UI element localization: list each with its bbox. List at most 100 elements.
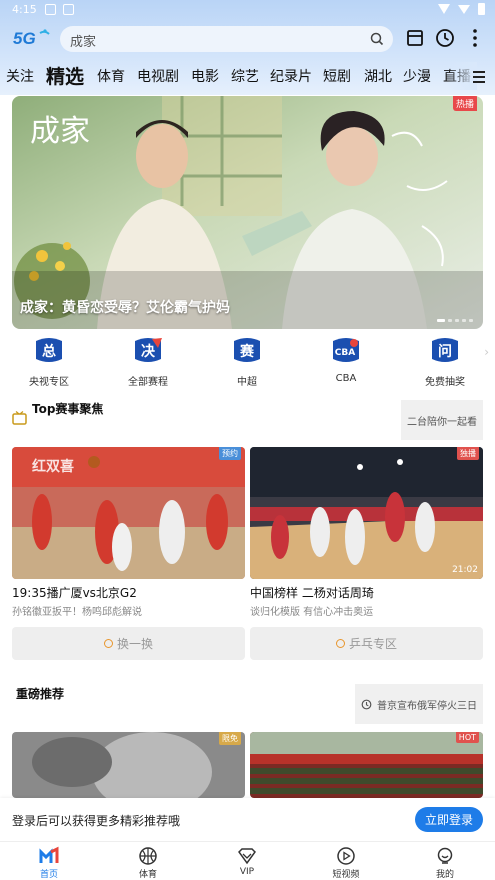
quick-link-label: 免费抽奖 (425, 377, 465, 388)
status-time: 4:15 (12, 3, 37, 16)
nav-tab-following[interactable]: 关注 (6, 66, 34, 86)
event-card[interactable]: 红双喜 预约 19:35播广厦vs北京G2 孙铭徽亚扳平！杨鸣邱彪解说 (12, 447, 245, 618)
history-icon (361, 699, 372, 709)
nav-tab-kids-anime[interactable]: 少漫 (403, 66, 431, 86)
tv-icon (12, 411, 27, 425)
battery-icon (478, 3, 485, 15)
status-bar: 4:15 (0, 0, 495, 20)
card-tag: HOT (455, 732, 479, 743)
side-pill-text: 普京宣布俄军停火三日 (377, 700, 477, 712)
featured-side-pill[interactable]: 普京宣布俄军停火三日 (355, 684, 483, 724)
featured-card-thumbnail[interactable]: HOT (250, 732, 483, 798)
featured-card[interactable]: 限免 (12, 732, 245, 798)
login-button[interactable]: 立即登录 (415, 807, 483, 832)
pagination-dot (448, 319, 452, 322)
login-prompt-bar: 登录后可以获得更多精彩推荐哦 立即登录 (0, 798, 495, 841)
channel-nav: 关注 精选 体育 电视剧 电影 综艺 纪录片 短剧 湖北 少漫 直播 (0, 62, 495, 90)
mailbox-icon[interactable] (404, 27, 426, 49)
tab-label: VIP (239, 867, 255, 877)
csl-icon: 赛 (234, 338, 260, 362)
quick-link-label: 央视专区 (29, 377, 69, 388)
card-tag: 预约 (219, 447, 241, 460)
card-subtitle: 孙铭徽亚扳平！杨鸣邱彪解说 (12, 607, 142, 618)
tab-short-video[interactable]: 短视频 (316, 846, 376, 880)
refresh-icon (103, 639, 113, 648)
history-clock-icon[interactable] (434, 27, 456, 49)
chevron-right-icon[interactable]: › (484, 345, 489, 359)
cctv-sports-icon: 总 (36, 338, 62, 362)
event-card-thumbnail[interactable]: 独播 21:02 (250, 447, 483, 579)
nav-tab-tv-series[interactable]: 电视剧 (137, 66, 179, 86)
side-pill-text: 二台陪你一起看 (407, 416, 477, 428)
card-title[interactable]: 19:35播广厦vs北京G2 (12, 584, 245, 601)
notification-icon (63, 4, 74, 15)
hero-banner[interactable]: 成家 热播 成家：黄昏恋受辱？艾伦霸气护妈 (12, 96, 483, 329)
banner-logo-text: 成家 (30, 114, 90, 149)
basketball-thumbnail-image: 红双喜 (12, 447, 245, 579)
nav-tab-hubei[interactable]: 湖北 (364, 66, 392, 86)
quick-links: 总 央视专区 决 全部赛程 赛 中超 CBA CBA 问 免费抽奖 › (0, 337, 495, 388)
quick-link-label: 全部赛程 (128, 377, 168, 388)
section-title-top-events: Top赛事聚焦 (32, 402, 104, 416)
section-title-featured: 重磅推荐 (16, 687, 65, 701)
top-events-side-pill[interactable]: 二台陪你一起看 (401, 400, 483, 440)
nav-tab-featured[interactable]: 精选 (46, 62, 84, 89)
status-icons (438, 3, 485, 15)
card-subtitle: 谈归化模版 有信心冲击奥运 (250, 607, 374, 618)
more-menu-icon[interactable] (464, 27, 486, 49)
nav-tab-documentary[interactable]: 纪录片 (270, 66, 312, 86)
quick-link-glyph: 赛 (239, 343, 255, 360)
card-title[interactable]: 中国榜样 二杨对话周琦 (250, 584, 483, 601)
app-logo-icon[interactable]: 5G (13, 27, 51, 49)
event-card-thumbnail[interactable]: 红双喜 预约 (12, 447, 245, 579)
basketball-thumbnail-image (250, 447, 483, 579)
banner-pagination (437, 319, 473, 322)
schedule-icon: 决 (135, 338, 162, 362)
nav-tab-movies[interactable]: 电影 (191, 66, 219, 86)
card-tag: 独播 (457, 447, 479, 460)
vip-diamond-icon (238, 848, 256, 865)
nav-tab-sports[interactable]: 体育 (97, 66, 125, 86)
search-input[interactable]: 成家 (70, 31, 96, 50)
svg-text:红双喜: 红双喜 (32, 458, 74, 475)
tab-label: 体育 (138, 870, 157, 880)
nav-tab-short-drama[interactable]: 短剧 (323, 66, 351, 86)
search-icon[interactable] (369, 31, 385, 47)
lottery-icon: 问 (432, 338, 458, 362)
channel-menu-icon[interactable] (473, 71, 485, 86)
banner-title[interactable]: 成家：黄昏恋受辱？艾伦霸气护妈 (20, 297, 230, 317)
search-bar[interactable]: 成家 (60, 26, 393, 52)
featured-card-thumbnail[interactable]: 限免 (12, 732, 245, 798)
table-tennis-zone-button[interactable]: 乒乓专区 (250, 627, 483, 660)
tab-profile[interactable]: 我的 (415, 846, 475, 880)
quick-link-lottery[interactable]: 问 免费抽奖 (405, 337, 485, 388)
login-prompt-text: 登录后可以获得更多精彩推荐哦 (12, 814, 181, 828)
signal-icon (458, 4, 470, 14)
quick-link-label: CBA (335, 373, 357, 384)
tab-sports[interactable]: 体育 (118, 846, 178, 880)
quick-link-cctv-zone[interactable]: 总 央视专区 (9, 337, 89, 388)
quick-link-schedule[interactable]: 决 全部赛程 (108, 337, 188, 388)
nav-tab-variety[interactable]: 综艺 (231, 66, 259, 86)
quick-link-glyph: 决 (141, 343, 156, 360)
featured-card[interactable]: HOT (250, 732, 483, 798)
arrow-circle-icon (335, 639, 345, 648)
home-icon (39, 846, 59, 863)
tab-label: 首页 (39, 870, 58, 880)
quick-link-glyph: CBA (335, 348, 355, 358)
pagination-dot (437, 319, 445, 322)
quick-link-csl[interactable]: 赛 中超 (207, 337, 287, 388)
refresh-button[interactable]: 换一换 (12, 627, 245, 660)
featured-thumbnail-image (12, 732, 245, 798)
wifi-icon (438, 4, 450, 14)
tab-home[interactable]: 首页 (19, 846, 79, 880)
event-card[interactable]: 独播 21:02 中国榜样 二杨对话周琦 谈归化模版 有信心冲击奥运 (250, 447, 483, 618)
quick-link-glyph: 问 (438, 343, 452, 360)
tab-vip[interactable]: VIP (217, 846, 277, 877)
bottom-tab-bar: 首页 体育 VIP 短视频 我的 (0, 841, 495, 880)
zone-label: 乒乓专区 (348, 637, 397, 651)
pagination-dot (462, 319, 466, 322)
play-icon (337, 847, 355, 865)
quick-link-cba[interactable]: CBA CBA (306, 337, 386, 384)
tab-label: 我的 (435, 870, 454, 880)
